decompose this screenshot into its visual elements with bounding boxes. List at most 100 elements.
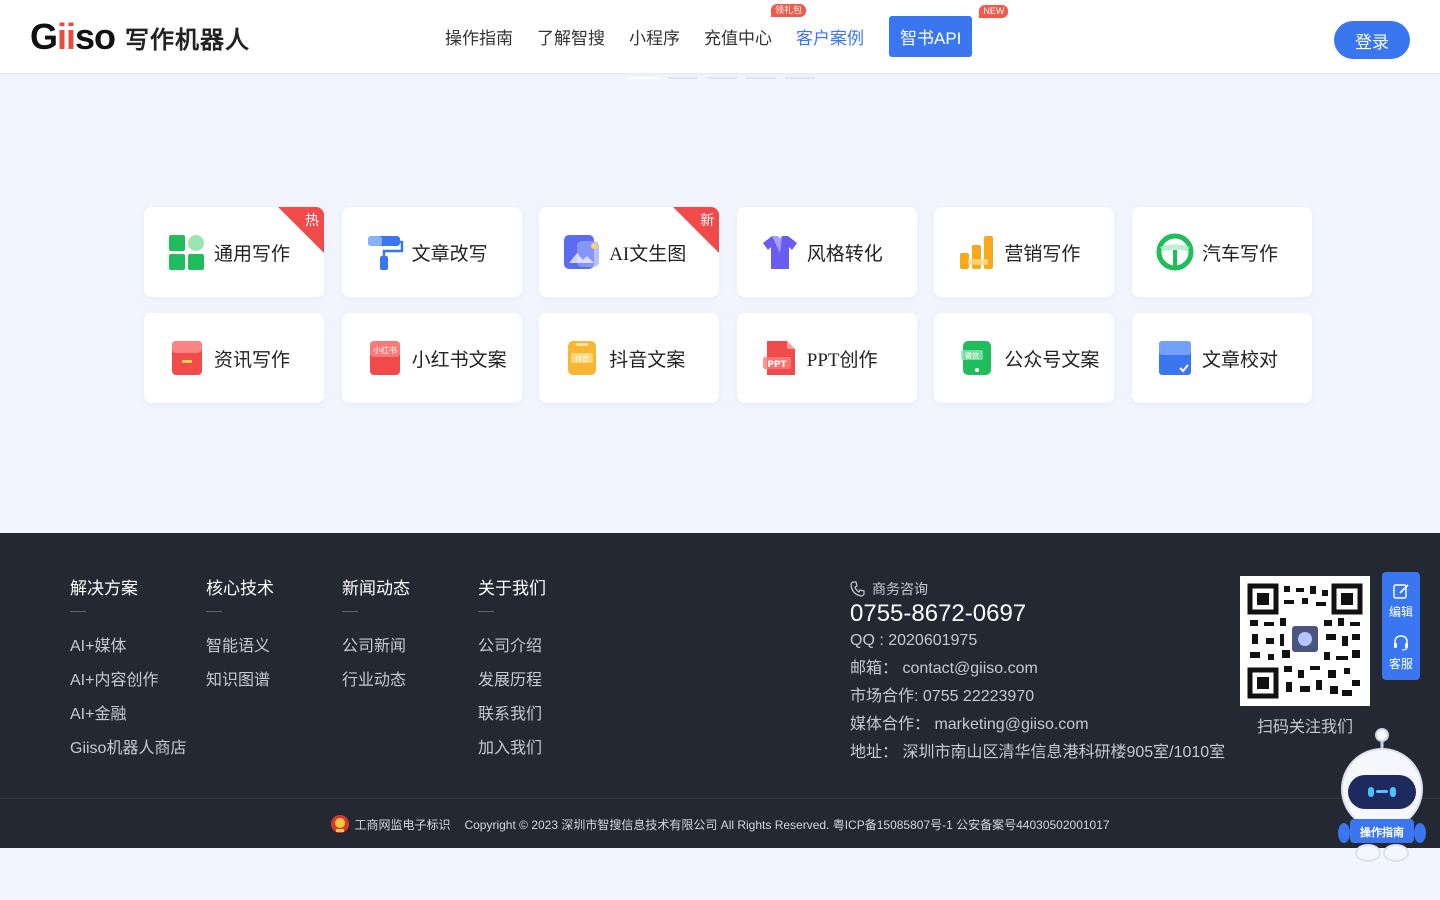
gift-badge: 领礼包 [770,4,806,17]
nav-about-giiso[interactable]: 了解智搜 [537,24,605,49]
contact-qq: QQ : 2020601975 [850,632,978,649]
site-footer: 解决方案 AI+媒体 AI+内容创作 AI+金融 Giiso机器人商店 核心技术… [0,533,1440,848]
nav-api-button[interactable]: 智书API NEW [889,5,1009,57]
emblem-label: 工商网监电子标识 [354,817,451,832]
footer-link[interactable]: 智能语义 [206,630,274,664]
bar-chart-icon [958,233,996,271]
footer-col-title: 解决方案 [70,579,138,598]
nav-api-label: 智书API [900,29,962,48]
new-ribbon-text: 新 [700,212,715,228]
card-article-proofread[interactable]: 文章校对 [1131,313,1312,403]
guide-robot-mascot[interactable]: 操作指南 [1338,727,1426,867]
card-ppt-creation[interactable]: PPT PPT创作 [736,313,917,403]
card-auto-writing[interactable]: 汽车写作 [1131,207,1312,297]
footer-link[interactable]: 知识图谱 [206,664,274,698]
card-marketing-writing[interactable]: 营销写作 [934,207,1115,297]
card-label: 资讯写作 [214,349,291,371]
icon-caption: 抖音 [575,354,589,363]
nav-recharge[interactable]: 充值中心 领礼包 [704,4,806,49]
login-button[interactable]: 登录 [1334,21,1410,59]
news-book-icon [168,339,206,377]
copyright-text: Copyright © 2023 深圳市智搜信息技术有限公司 All Right… [464,817,1110,832]
footer-link[interactable]: AI+媒体 [70,630,186,664]
footer-link[interactable]: 公司介绍 [478,630,546,664]
contact-email[interactable]: 邮箱： contact@giiso.com [850,655,1225,683]
phone-number: 0755-8672-0697 [850,600,1027,627]
card-label: 公众号文案 [1004,349,1100,371]
hot-ribbon-text: 热 [305,212,319,228]
contact-market: 市场合作: 0755 22223970 [850,688,1035,705]
gov-emblem-link[interactable]: 工商网监电子标识 [330,814,450,834]
card-style-transfer[interactable]: 风格转化 [736,207,917,297]
footer-link[interactable]: 公司新闻 [342,630,410,664]
footer-link[interactable]: 联系我们 [478,698,546,732]
footer-col-news: 新闻动态 公司新闻 行业动态 [342,579,410,698]
grid-blocks-icon [168,233,206,271]
headset-icon [1394,635,1408,651]
slider-dot[interactable] [746,77,776,79]
card-label: 文章校对 [1201,349,1278,371]
wechat-qr-code [1240,576,1370,706]
logo-text: 写作机器人 [125,26,251,54]
emblem-icon [331,815,350,833]
qr-code-icon [1247,583,1363,699]
customer-service-button[interactable]: 客服 [1382,634,1420,672]
contact-info: 商务咨询 0755-8672-0697 QQ : 2020601975 邮箱： … [850,579,1225,767]
phone-icon [850,581,866,597]
footer-link[interactable]: 发展历程 [478,664,546,698]
footer-link[interactable]: Giiso机器人商店 [70,732,186,766]
feature-cards-grid: 通用写作 热 文章改写 AI文生图 新 风格转化 营销写作 汽车写作 资讯写作 … [144,207,1312,403]
icon-caption: 小红书 [373,345,397,355]
edit-tool-label: 编辑 [1388,605,1413,619]
nav-guide[interactable]: 操作指南 [445,24,513,49]
slider-dot[interactable] [668,77,698,79]
nav-mini-program[interactable]: 小程序 [629,24,680,49]
footer-bottom-bar: 工商网监电子标识 Copyright © 2023 深圳市智搜信息技术有限公司 … [0,798,1440,849]
image-gen-icon [563,233,601,271]
card-douyin-copy[interactable]: 抖音 抖音文案 [539,313,720,403]
card-ai-image[interactable]: AI文生图 新 [539,207,720,297]
side-toolbar: 编辑 客服 [1382,572,1420,680]
business-consult: 商务咨询 [850,579,1225,599]
divider [206,611,222,612]
contact-address: 地址： 深圳市南山区清华信息港科研楼905室/1010室 [850,744,1226,761]
nav-recharge-label: 充值中心 [704,29,772,48]
footer-link[interactable]: AI+金融 [70,698,186,732]
proofread-check-icon [1156,339,1194,377]
footer-link[interactable]: AI+内容创作 [70,664,186,698]
card-label: 营销写作 [1004,243,1081,265]
edit-tool-button[interactable]: 编辑 [1382,582,1420,620]
footer-col-solutions: 解决方案 AI+媒体 AI+内容创作 AI+金融 Giiso机器人商店 [70,579,186,766]
footer-link[interactable]: 行业动态 [342,664,410,698]
xiaohongshu-icon: 小红书 [366,339,404,377]
card-label: PPT创作 [806,349,878,371]
contact-media[interactable]: 媒体合作： marketing@giiso.com [850,711,1225,739]
footer-col-title: 核心技术 [206,579,274,598]
card-label: 汽车写作 [1201,243,1278,265]
footer-col-tech: 核心技术 智能语义 知识图谱 [206,579,274,698]
robot-label: 操作指南 [1360,825,1404,839]
slider-dot[interactable] [707,77,737,79]
card-general-writing[interactable]: 通用写作 热 [144,207,324,297]
divider [342,611,358,612]
shirt-icon [761,233,799,271]
paint-roller-icon [366,233,404,271]
giiso-logo[interactable]: Giiso 写作机器人 [30,19,250,55]
card-news-writing[interactable]: 资讯写作 [144,313,324,403]
footer-col-title: 新闻动态 [342,579,410,598]
footer-col-about: 关于我们 公司介绍 发展历程 联系我们 加入我们 [478,579,546,766]
ppt-file-icon: PPT [761,339,799,377]
divider [478,611,494,612]
footer-link[interactable]: 加入我们 [478,732,546,766]
douyin-phone-icon: 抖音 [563,339,601,377]
logo-mark: Giiso [30,16,116,57]
card-wechat-copy[interactable]: 微信 公众号文案 [934,313,1115,403]
card-article-rewrite[interactable]: 文章改写 [341,207,522,297]
divider [70,611,86,612]
nav-client-cases[interactable]: 客户案例 [796,24,864,49]
robot-icon: 操作指南 [1338,728,1426,862]
slider-dot[interactable] [629,77,659,79]
card-xiaohongshu-copy[interactable]: 小红书 小红书文案 [341,313,522,403]
slider-dot[interactable] [785,77,815,79]
customer-service-label: 客服 [1388,657,1413,671]
